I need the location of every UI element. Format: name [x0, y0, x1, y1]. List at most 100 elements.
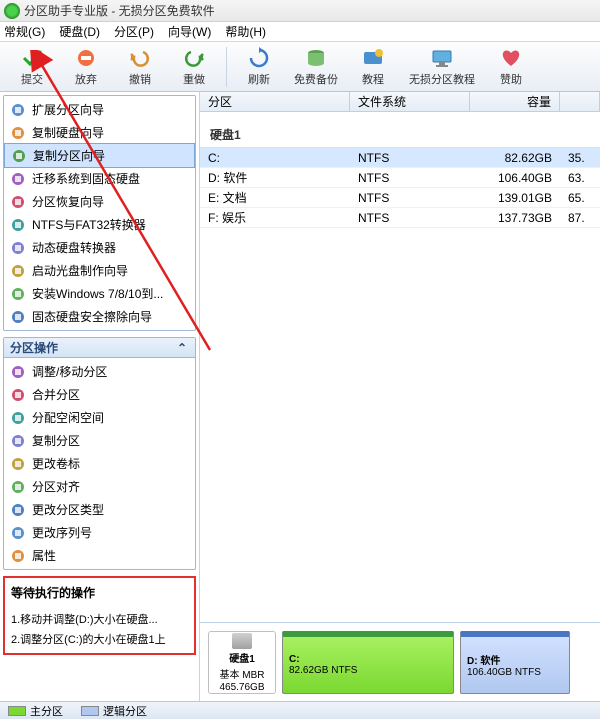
op-item-label: 属性	[32, 547, 56, 564]
menu-bar: 常规(G) 硬盘(D) 分区(P) 向导(W) 帮助(H)	[0, 22, 600, 42]
submit-button[interactable]: 提交	[6, 44, 58, 90]
wizard-item-icon	[10, 263, 26, 279]
legend-logical: 逻辑分区	[81, 703, 147, 719]
undo-icon	[129, 47, 151, 69]
wizard-item-label: NTFS与FAT32转换器	[32, 216, 146, 233]
redo-icon	[183, 47, 205, 69]
backup-button[interactable]: 免费备份	[287, 44, 345, 90]
partition-op-item[interactable]: 分区对齐	[4, 475, 195, 498]
wizard-item-icon	[10, 125, 26, 141]
partition-ops-header[interactable]: 分区操作 ⌃	[4, 338, 195, 358]
partition-op-item[interactable]: 分配空闲空间	[4, 406, 195, 429]
discard-button[interactable]: 放弃	[60, 44, 112, 90]
partition-op-item[interactable]: 更改卷标	[4, 452, 195, 475]
op-item-label: 更改分区类型	[32, 501, 104, 518]
wizard-item-label: 扩展分区向导	[32, 101, 104, 118]
wizard-item[interactable]: 复制硬盘向导	[4, 121, 195, 144]
wizard-item[interactable]: 动态硬盘转换器	[4, 236, 195, 259]
menu-general[interactable]: 常规(G)	[4, 23, 45, 40]
op-item-icon	[10, 387, 26, 403]
app-icon	[4, 3, 20, 19]
pending-item[interactable]: 1.移动并调整(D:)大小在硬盘...	[9, 609, 190, 629]
wizard-item[interactable]: 复制分区向导	[4, 143, 195, 168]
op-item-label: 合并分区	[32, 386, 80, 403]
partition-op-item[interactable]: 复制分区	[4, 429, 195, 452]
op-item-icon	[10, 456, 26, 472]
redo-button[interactable]: 重做	[168, 44, 220, 90]
wizard-item-icon	[11, 148, 27, 164]
wizard-item-icon	[10, 194, 26, 210]
col-partition[interactable]: 分区	[200, 92, 350, 111]
wizard-item[interactable]: 分区恢复向导	[4, 190, 195, 213]
wizard-item[interactable]: 扩展分区向导	[4, 98, 195, 121]
disk-map: 硬盘1 基本 MBR 465.76GB C: 82.62GB NTFS D: 软…	[200, 622, 600, 702]
disk-map-part-d[interactable]: D: 软件 106.40GB NTFS	[460, 631, 570, 694]
menu-help[interactable]: 帮助(H)	[225, 23, 266, 40]
window-title: 分区助手专业版 - 无损分区免费软件	[24, 2, 215, 19]
left-sidebar: 扩展分区向导复制硬盘向导复制分区向导迁移系统到固态硬盘分区恢复向导 NTFS与FA…	[0, 92, 200, 702]
partition-ops-panel: 分区操作 ⌃ 调整/移动分区合并分区分配空闲空间复制分区更改卷标分区对齐更改分区…	[3, 337, 196, 570]
partition-row[interactable]: D: 软件NTFS106.40GB63.	[200, 168, 600, 188]
col-capacity[interactable]: 容量	[470, 92, 560, 111]
refresh-button[interactable]: 刷新	[233, 44, 285, 90]
op-item-icon	[10, 433, 26, 449]
wizard-item-icon	[10, 286, 26, 302]
op-item-label: 更改卷标	[32, 455, 80, 472]
wizard-item-label: 复制硬盘向导	[32, 124, 104, 141]
pending-operations-panel: 等待执行的操作 1.移动并调整(D:)大小在硬盘...2.调整分区(C:)的大小…	[3, 576, 196, 655]
op-item-label: 复制分区	[32, 432, 80, 449]
wizard-item-label: 启动光盘制作向导	[32, 262, 128, 279]
col-filesystem[interactable]: 文件系统	[350, 92, 470, 111]
menu-wizard[interactable]: 向导(W)	[168, 23, 211, 40]
wizard-item-icon	[10, 171, 26, 187]
wizard-item[interactable]: 启动光盘制作向导	[4, 259, 195, 282]
menu-disk[interactable]: 硬盘(D)	[59, 23, 100, 40]
partition-op-item[interactable]: 更改分区类型	[4, 498, 195, 521]
wizard-item[interactable]: NTFS与FAT32转换器	[4, 213, 195, 236]
partition-table-header: 分区 文件系统 容量	[200, 92, 600, 112]
partition-row[interactable]: E: 文档NTFS139.01GB65.	[200, 188, 600, 208]
right-pane: 分区 文件系统 容量 硬盘1 C:NTFS82.62GB35.D: 软件NTFS…	[200, 92, 600, 702]
wizard-item-icon	[10, 309, 26, 325]
partition-table-body: C:NTFS82.62GB35.D: 软件NTFS106.40GB63.E: 文…	[200, 148, 600, 228]
menu-partition[interactable]: 分区(P)	[114, 23, 154, 40]
partition-op-item[interactable]: 属性	[4, 544, 195, 567]
pending-item[interactable]: 2.调整分区(C:)的大小在硬盘1上	[9, 629, 190, 649]
wizard-panel: 扩展分区向导复制硬盘向导复制分区向导迁移系统到固态硬盘分区恢复向导 NTFS与FA…	[3, 95, 196, 331]
chevron-up-icon: ⌃	[175, 341, 189, 355]
wizard-item[interactable]: 迁移系统到固态硬盘	[4, 167, 195, 190]
disk-info[interactable]: 硬盘1 基本 MBR 465.76GB	[208, 631, 276, 694]
wizard-item-label: 复制分区向导	[33, 147, 105, 164]
op-item-label: 分配空闲空间	[32, 409, 104, 426]
partition-op-item[interactable]: 调整/移动分区	[4, 360, 195, 383]
wizard-item-label: 安装Windows 7/8/10到...	[32, 285, 163, 302]
disk-icon	[232, 633, 252, 649]
op-item-icon	[10, 364, 26, 380]
op-item-icon	[10, 479, 26, 495]
tutorial-icon	[362, 47, 384, 69]
wizard-item[interactable]: 安装Windows 7/8/10到...	[4, 282, 195, 305]
toolbar-separator	[226, 47, 227, 87]
legend-primary: 主分区	[8, 703, 63, 719]
discard-icon	[75, 47, 97, 69]
op-item-icon	[10, 502, 26, 518]
disk-map-part-c[interactable]: C: 82.62GB NTFS	[282, 631, 454, 694]
check-icon	[21, 47, 43, 69]
tutorial-button[interactable]: 教程	[347, 44, 399, 90]
title-bar: 分区助手专业版 - 无损分区免费软件	[0, 0, 600, 22]
op-item-label: 更改序列号	[32, 524, 92, 541]
course-button[interactable]: 无损分区教程	[401, 44, 483, 90]
partition-row[interactable]: C:NTFS82.62GB35.	[200, 148, 600, 168]
donate-button[interactable]: 赞助	[485, 44, 537, 90]
backup-icon	[305, 47, 327, 69]
partition-row[interactable]: F: 娱乐NTFS137.73GB87.	[200, 208, 600, 228]
wizard-item[interactable]: 固态硬盘安全擦除向导	[4, 305, 195, 328]
wizard-item-icon	[10, 240, 26, 256]
op-item-label: 分区对齐	[32, 478, 80, 495]
undo-button[interactable]: 撤销	[114, 44, 166, 90]
course-icon	[431, 47, 453, 69]
partition-op-item[interactable]: 更改序列号	[4, 521, 195, 544]
op-item-label: 调整/移动分区	[32, 363, 107, 380]
heart-icon	[500, 47, 522, 69]
partition-op-item[interactable]: 合并分区	[4, 383, 195, 406]
